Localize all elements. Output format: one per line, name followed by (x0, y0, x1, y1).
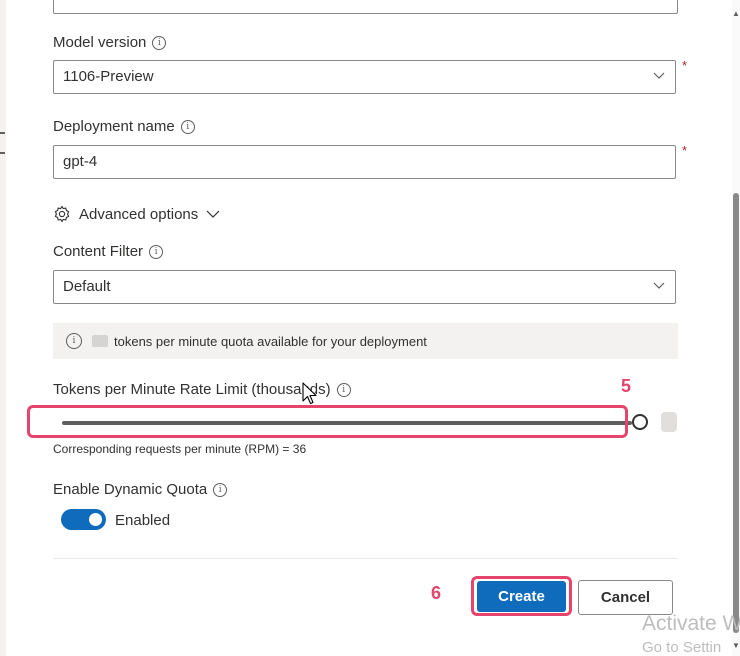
chevron-down-icon (653, 282, 665, 289)
dynamic-quota-toggle[interactable] (61, 509, 106, 530)
deployment-name-label: Deployment name i (53, 118, 195, 135)
step-5-highlight (27, 405, 628, 438)
deployment-name-value: gpt-4 (63, 153, 98, 170)
info-icon[interactable]: i (180, 119, 195, 134)
content-filter-select[interactable]: Default (53, 270, 676, 304)
advanced-options-label: Advanced options (79, 205, 199, 223)
rate-limit-slider-thumb[interactable] (632, 414, 648, 430)
gear-icon (54, 205, 70, 223)
model-name-field[interactable] (53, 0, 678, 14)
deployment-name-input[interactable]: gpt-4 (53, 145, 676, 179)
redacted-slider-value (661, 412, 677, 432)
quota-info-bar: i tokens per minute quota available for … (53, 323, 678, 359)
step-6-marker: 6 (431, 583, 442, 603)
mouse-cursor-icon (302, 382, 317, 405)
info-icon[interactable]: i (213, 482, 228, 497)
toggle-knob (89, 513, 102, 526)
quota-info-text: tokens per minute quota available for yo… (114, 333, 427, 349)
background-mark (0, 132, 5, 134)
chevron-down-icon (206, 210, 220, 218)
model-version-value: 1106-Preview (63, 68, 154, 85)
cancel-button[interactable]: Cancel (578, 580, 673, 615)
model-version-label: Model version i (53, 34, 167, 51)
required-marker: * (682, 143, 688, 158)
content-filter-value: Default (63, 278, 111, 295)
info-icon[interactable]: i (149, 244, 164, 259)
dynamic-quota-state: Enabled (115, 512, 171, 529)
redacted-quota-value (92, 335, 108, 347)
create-button[interactable]: Create (477, 581, 566, 612)
model-version-select[interactable]: 1106-Preview (53, 60, 676, 94)
background-mark (0, 152, 5, 154)
info-icon[interactable]: i (336, 382, 351, 397)
info-icon: i (66, 333, 82, 349)
advanced-options-toggle[interactable]: Advanced options (53, 205, 220, 223)
chevron-down-icon (653, 72, 665, 79)
activation-watermark-line1: Activate W (642, 612, 740, 635)
dynamic-quota-label: Enable Dynamic Quota i (53, 481, 228, 498)
footer-divider (53, 558, 678, 559)
activation-watermark-line2: Go to Settin (642, 639, 722, 656)
scrollbar-thumb[interactable] (733, 193, 739, 633)
scrollbar[interactable]: ▲ ▼ (732, 0, 740, 656)
required-marker: * (682, 58, 688, 73)
rpm-text: Corresponding requests per minute (RPM) … (53, 442, 307, 456)
scroll-down-arrow-icon[interactable]: ▼ (732, 642, 740, 650)
scroll-up-arrow-icon[interactable]: ▲ (732, 10, 740, 18)
step-5-marker: 5 (621, 376, 632, 396)
content-filter-label: Content Filter i (53, 243, 164, 260)
info-icon[interactable]: i (152, 35, 167, 50)
